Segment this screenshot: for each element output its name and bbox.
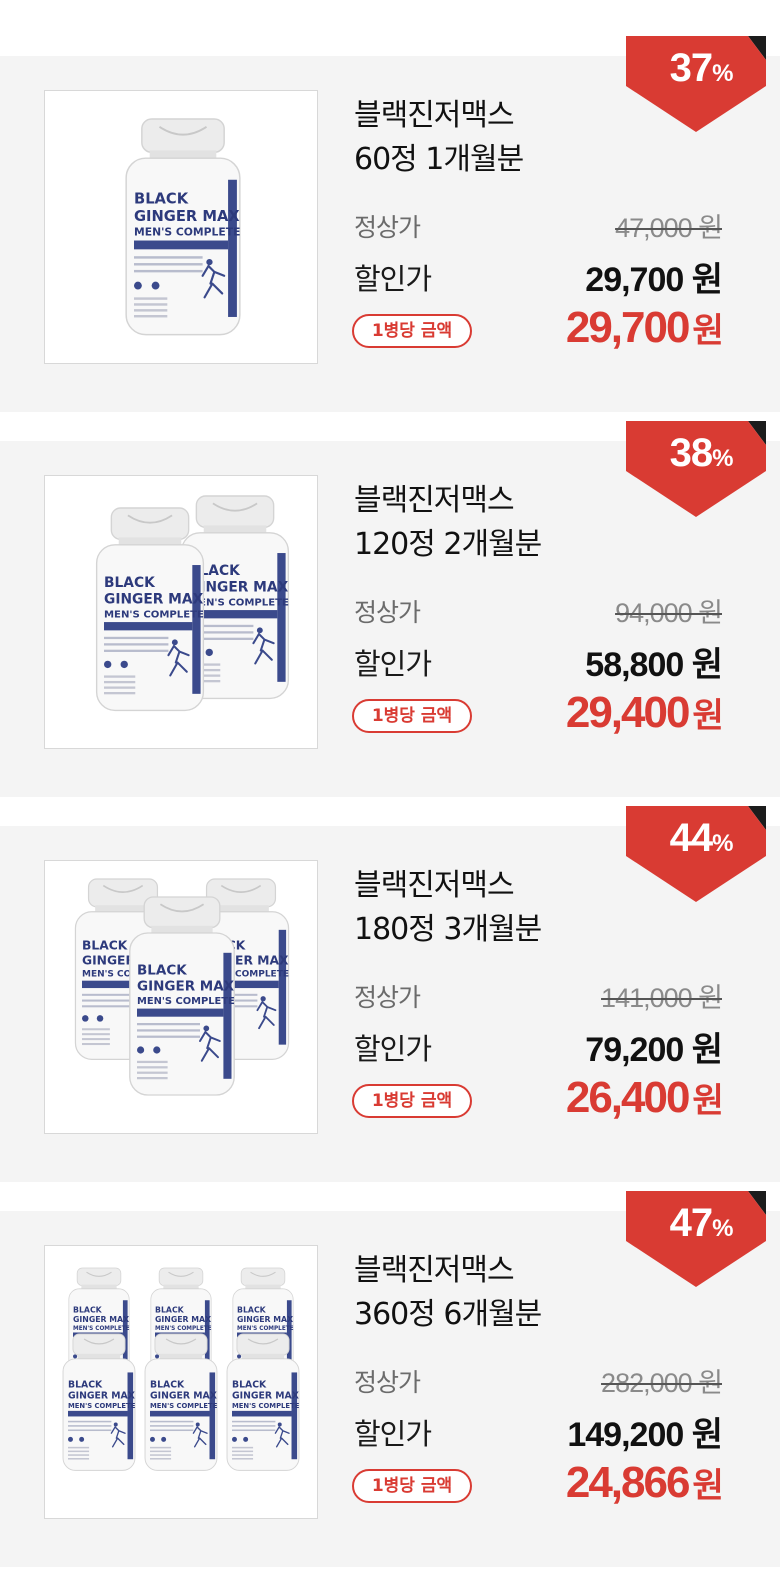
sale-price-value: 58,800 원 — [585, 646, 723, 684]
sale-price-label: 할인가 — [354, 1032, 432, 1066]
list-price-value: 94,000 원 — [615, 598, 723, 628]
product-image[interactable]: BLACKGINGER MAXMEN'S COMPLETEBLACKGINGER… — [44, 1245, 318, 1519]
list-price-value: 47,000 원 — [615, 213, 723, 243]
percent-sign: % — [712, 60, 733, 87]
svg-text:MEN'S COMPLETE: MEN'S COMPLETE — [237, 1326, 294, 1332]
unit-price-value: 29,400 원 — [565, 687, 724, 738]
svg-text:MEN'S COMPLETE: MEN'S COMPLETE — [68, 1402, 136, 1410]
sale-price-label: 할인가 — [354, 647, 432, 681]
list-price-label: 정상가 — [354, 983, 421, 1012]
svg-text:BLACK: BLACK — [73, 1306, 103, 1315]
product-name-line2: 120정 2개월분 — [354, 527, 542, 562]
product-name-line1: 블랙진저맥스 — [354, 1253, 515, 1288]
svg-text:GINGER MAX: GINGER MAX — [137, 979, 235, 995]
svg-text:GINGER MAX: GINGER MAX — [134, 208, 240, 225]
product-name: 블랙진저맥스 180정 3개월분 — [354, 864, 542, 952]
svg-text:BLACK: BLACK — [232, 1379, 267, 1390]
discount-value: 38 — [669, 431, 713, 475]
svg-text:MEN'S COMPLETE: MEN'S COMPLETE — [150, 1402, 218, 1410]
product-card-2[interactable]: 38% BLACK GINGER MAX MEN'S COMPLETE BLACK GI… — [0, 421, 780, 797]
product-name-line2: 60정 1개월분 — [354, 142, 524, 177]
svg-text:MEN'S COMPLETE: MEN'S COMPLETE — [155, 1326, 212, 1332]
list-price-value: 141,000 원 — [601, 983, 723, 1013]
discount-value: 44 — [669, 816, 713, 860]
svg-text:GINGER MAX: GINGER MAX — [104, 592, 204, 608]
product-name-line1: 블랙진저맥스 — [354, 868, 515, 903]
svg-text:MEN'S COMPLETE: MEN'S COMPLETE — [232, 1402, 300, 1410]
product-name: 블랙진저맥스 120정 2개월분 — [354, 479, 542, 567]
unit-price-value: 24,866 원 — [565, 1457, 724, 1508]
product-name-line1: 블랙진저맥스 — [354, 98, 515, 133]
currency-label: 원 — [692, 1466, 724, 1506]
unit-price-badge: 1병당 금액 — [352, 314, 472, 348]
bottle-image: BLACKGINGER MAXMEN'S COMPLETE — [125, 118, 241, 336]
svg-text:MEN'S COMPLETE: MEN'S COMPLETE — [73, 1326, 130, 1332]
sale-price-value: 79,200 원 — [585, 1031, 723, 1069]
list-price-label: 정상가 — [354, 213, 421, 242]
unit-price-value: 26,400 원 — [565, 1072, 724, 1123]
product-name-line2: 360정 6개월분 — [354, 1297, 542, 1332]
svg-text:BLACK: BLACK — [137, 962, 187, 978]
product-image[interactable]: BLACKGINGER MAXMEN'S COMPLETEBLACKGINGER… — [44, 475, 318, 749]
percent-sign: % — [712, 830, 733, 857]
currency-label: 원 — [692, 696, 724, 736]
list-price-label: 정상가 — [354, 598, 421, 627]
svg-text:GINGER MAX: GINGER MAX — [68, 1390, 135, 1401]
unit-price-number: 26,400 — [565, 1073, 691, 1122]
bottle-image: BLACKGINGER MAXMEN'S COMPLETEBLACKGINGER… — [62, 1267, 300, 1471]
product-image[interactable]: BLACK GINGER MAX MEN'S COMPLETE — [44, 90, 318, 364]
unit-price-value: 29,700 원 — [565, 302, 724, 353]
svg-text:BLACK: BLACK — [155, 1306, 185, 1315]
discount-value: 37 — [669, 46, 713, 90]
svg-text:GINGER MAX: GINGER MAX — [150, 1390, 217, 1401]
unit-price-badge: 1병당 금액 — [352, 699, 472, 733]
unit-price-badge: 1병당 금액 — [352, 1084, 472, 1118]
svg-text:BLACK: BLACK — [237, 1306, 267, 1315]
unit-price-number: 29,400 — [565, 688, 691, 737]
product-image[interactable]: BLACKGINGER MAXMEN'S COMPLETEBLACKGINGER… — [44, 860, 318, 1134]
discount-value: 47 — [669, 1201, 713, 1245]
discount-ribbon: 44% — [626, 806, 766, 902]
svg-text:MEN'S COMPLETE: MEN'S COMPLETE — [137, 996, 235, 1007]
svg-text:BLACK: BLACK — [104, 575, 156, 591]
sale-price-value: 149,200 원 — [567, 1416, 723, 1454]
list-price-value: 282,000 원 — [601, 1368, 723, 1398]
product-card-4[interactable]: 47% BLACK GINGER MAX MEN'S COMPLETE BLACK GI… — [0, 1191, 780, 1567]
svg-text:BLACK: BLACK — [68, 1379, 103, 1390]
discount-ribbon: 47% — [626, 1191, 766, 1287]
product-name-line2: 180정 3개월분 — [354, 912, 542, 947]
sale-price-label: 할인가 — [354, 262, 432, 296]
product-card-3[interactable]: 44% BLACKGINGER MAXMEN'S COMPLETEBLACKGI… — [0, 806, 780, 1182]
unit-price-number: 29,700 — [565, 303, 691, 352]
svg-text:BLACK: BLACK — [82, 939, 128, 953]
percent-sign: % — [712, 1215, 733, 1242]
unit-price-number: 24,866 — [565, 1458, 691, 1507]
currency-label: 원 — [692, 1081, 724, 1121]
svg-text:GINGER MAX: GINGER MAX — [232, 1390, 299, 1401]
sale-price-value: 29,700 원 — [585, 261, 723, 299]
svg-text:BLACK: BLACK — [134, 190, 189, 207]
currency-label: 원 — [692, 311, 724, 351]
product-card-1[interactable]: 37% BLACK GINGER MAX MEN'S COMPLETE 블랙진저맥스… — [0, 36, 780, 412]
product-name-line1: 블랙진저맥스 — [354, 483, 515, 518]
svg-text:GINGER MAX: GINGER MAX — [73, 1315, 129, 1324]
svg-text:GINGER MAX: GINGER MAX — [237, 1315, 293, 1324]
svg-text:GINGER MAX: GINGER MAX — [155, 1315, 211, 1324]
bottle-image: BLACKGINGER MAXMEN'S COMPLETEBLACKGINGER… — [74, 878, 290, 1096]
bottle-image: BLACKGINGER MAXMEN'S COMPLETEBLACKGINGER… — [95, 495, 290, 712]
svg-text:MEN'S COMPLETE: MEN'S COMPLETE — [104, 609, 204, 620]
svg-text:BLACK: BLACK — [150, 1379, 185, 1390]
sale-price-label: 할인가 — [354, 1417, 432, 1451]
product-name: 블랙진저맥스 360정 6개월분 — [354, 1249, 542, 1337]
unit-price-badge: 1병당 금액 — [352, 1469, 472, 1503]
svg-text:MEN'S COMPLETE: MEN'S COMPLETE — [134, 226, 240, 239]
product-name: 블랙진저맥스 60정 1개월분 — [354, 94, 524, 182]
discount-ribbon: 37% — [626, 36, 766, 132]
discount-ribbon: 38% — [626, 421, 766, 517]
percent-sign: % — [712, 445, 733, 472]
list-price-label: 정상가 — [354, 1368, 421, 1397]
